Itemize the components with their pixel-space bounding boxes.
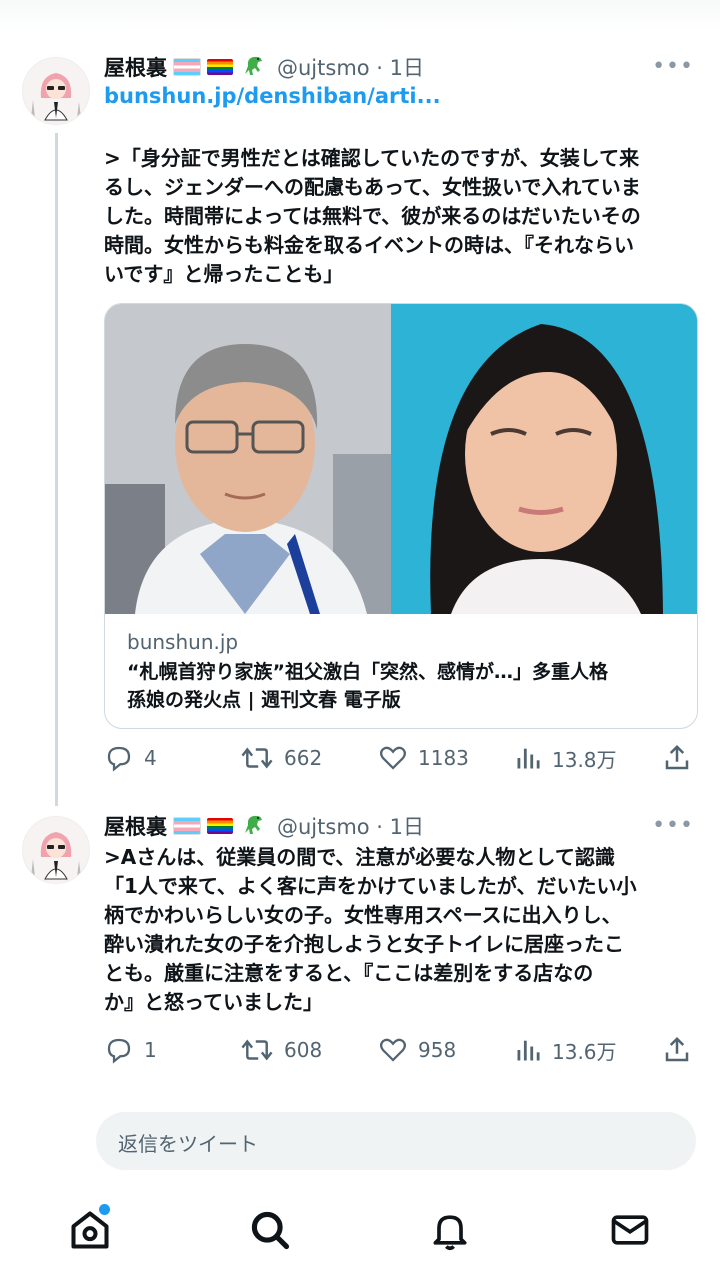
reply-input[interactable]: 返信をツイート [96, 1112, 696, 1170]
tweet-body-line: とも。厳重に注意をすると、『ここは差別をする店なの [104, 961, 594, 985]
tweet-body-line: 柄でかわいらしい女の子。女性専用スペースに出入りし、 [104, 903, 622, 927]
like-button[interactable]: 1183 [378, 738, 469, 778]
analytics-icon [517, 1040, 540, 1061]
display-name[interactable]: 屋根裏 [104, 52, 167, 82]
reply-placeholder: 返信をツイート [118, 1132, 258, 1156]
reply-icon [107, 1038, 131, 1064]
share-button[interactable] [662, 1030, 692, 1070]
card-domain: bunshun.jp [127, 630, 239, 654]
tweet-body-line: >Aさんは、従業員の間で、注意が必要な人物として認識 [104, 845, 615, 869]
analytics-icon [517, 748, 540, 769]
tweet-body: >「身分証で男性だとは確認していたのですが、女装して来 るし、ジェンダーへの配慮… [104, 144, 694, 289]
reply-count: 4 [144, 746, 157, 770]
retweet-icon [241, 1039, 273, 1061]
views-button[interactable]: 13.8万 [514, 738, 617, 778]
retweet-count: 662 [284, 746, 323, 770]
rainbow-flag-icon [207, 818, 233, 834]
bottom-tab-bar [0, 1190, 720, 1280]
retweet-count: 608 [284, 1038, 323, 1062]
photo-woman [391, 304, 697, 614]
share-icon [665, 744, 689, 770]
tab-notifications[interactable] [428, 1208, 472, 1252]
messages-icon [611, 1215, 649, 1245]
dinosaur-emoji-icon [241, 811, 267, 841]
retweet-icon [241, 747, 273, 769]
heart-icon [380, 1038, 406, 1062]
dinosaur-emoji-icon [241, 52, 267, 82]
handle-and-time[interactable]: @ujtsmo · 1日 [277, 52, 424, 82]
article-link[interactable]: bunshun.jp/denshiban/arti... [104, 84, 441, 108]
tab-home[interactable] [68, 1204, 112, 1252]
tweet-body-line: した。時間帯によっては無料で、彼が来るのはだいたいその [104, 204, 641, 228]
photo-man [105, 304, 391, 614]
display-name[interactable]: 屋根裏 [104, 811, 167, 841]
views-count: 13.8万 [552, 747, 617, 772]
card-title: “札幌首狩り家族”祖父激白「突然、感情が…」多重人格 孫娘の発火点 | 週刊文春… [127, 658, 687, 714]
tab-search[interactable] [248, 1208, 292, 1252]
reply-button[interactable]: 1 [104, 1030, 157, 1070]
views-count: 13.6万 [552, 1039, 617, 1064]
top-fade [0, 0, 720, 30]
retweet-button[interactable]: 608 [240, 1030, 322, 1070]
tweet-body-line: 時間。女性からも料金を取るイベントの時は、『それならい [104, 233, 634, 257]
tweet-header: 屋根裏 @ujtsmo · 1日 [104, 50, 424, 84]
card-title-line: 孫娘の発火点 | 週刊文春 電子版 [127, 689, 401, 711]
handle-and-time[interactable]: @ujtsmo · 1日 [277, 811, 424, 841]
tweet-actions: 4 662 1183 13.8万 [104, 738, 696, 778]
share-icon [665, 1036, 689, 1062]
views-button[interactable]: 13.6万 [514, 1030, 617, 1070]
link-preview-card[interactable]: bunshun.jp “札幌首狩り家族”祖父激白「突然、感情が…」多重人格 孫娘… [104, 303, 698, 729]
tweet-body-line: 「1人で来て、よく客に声をかけていましたが、だいたい小 [104, 874, 637, 898]
more-options-icon[interactable]: ••• [652, 54, 694, 79]
tweet-body-line: >「身分証で男性だとは確認していたのですが、女装して来 [104, 146, 640, 170]
tweet-header: 屋根裏 @ujtsmo · 1日 [104, 809, 424, 843]
notifications-icon [433, 1215, 467, 1251]
tweet-actions: 1 608 958 13.6万 [104, 1030, 696, 1070]
search-icon [251, 1211, 290, 1250]
like-button[interactable]: 958 [378, 1030, 456, 1070]
like-count: 958 [418, 1038, 457, 1062]
tweet-body-line: 酔い潰れた女の子を介抱しようと女子トイレに居座ったこ [104, 932, 624, 956]
tab-messages[interactable] [608, 1208, 652, 1252]
rainbow-flag-icon [207, 59, 233, 75]
reply-icon [107, 746, 131, 772]
card-image [105, 304, 697, 614]
thread-connector-line [55, 133, 58, 806]
like-count: 1183 [418, 746, 469, 770]
tweet-body-line: か』と怒っていました」 [104, 990, 323, 1014]
avatar[interactable] [22, 57, 90, 125]
tweet-body: >Aさんは、従業員の間で、注意が必要な人物として認識 「1人で来て、よく客に声を… [104, 843, 694, 1017]
reply-count: 1 [144, 1038, 157, 1062]
card-title-line: “札幌首狩り家族”祖父激白「突然、感情が…」多重人格 [127, 661, 608, 683]
share-button[interactable] [662, 738, 692, 778]
reply-button[interactable]: 4 [104, 738, 157, 778]
trans-flag-icon [173, 58, 201, 76]
avatar-illustration-icon [23, 58, 89, 124]
trans-flag-icon [173, 817, 201, 835]
heart-icon [380, 746, 406, 770]
more-options-icon[interactable]: ••• [652, 813, 694, 838]
avatar[interactable] [22, 816, 90, 884]
retweet-button[interactable]: 662 [240, 738, 322, 778]
notification-dot [99, 1204, 110, 1215]
tweet-body-line: るし、ジェンダーへの配慮もあって、女性扱いで入れていま [104, 175, 641, 199]
tweet-body-line: いです』と帰ったことも」 [104, 262, 344, 286]
avatar-illustration-icon [23, 817, 89, 883]
